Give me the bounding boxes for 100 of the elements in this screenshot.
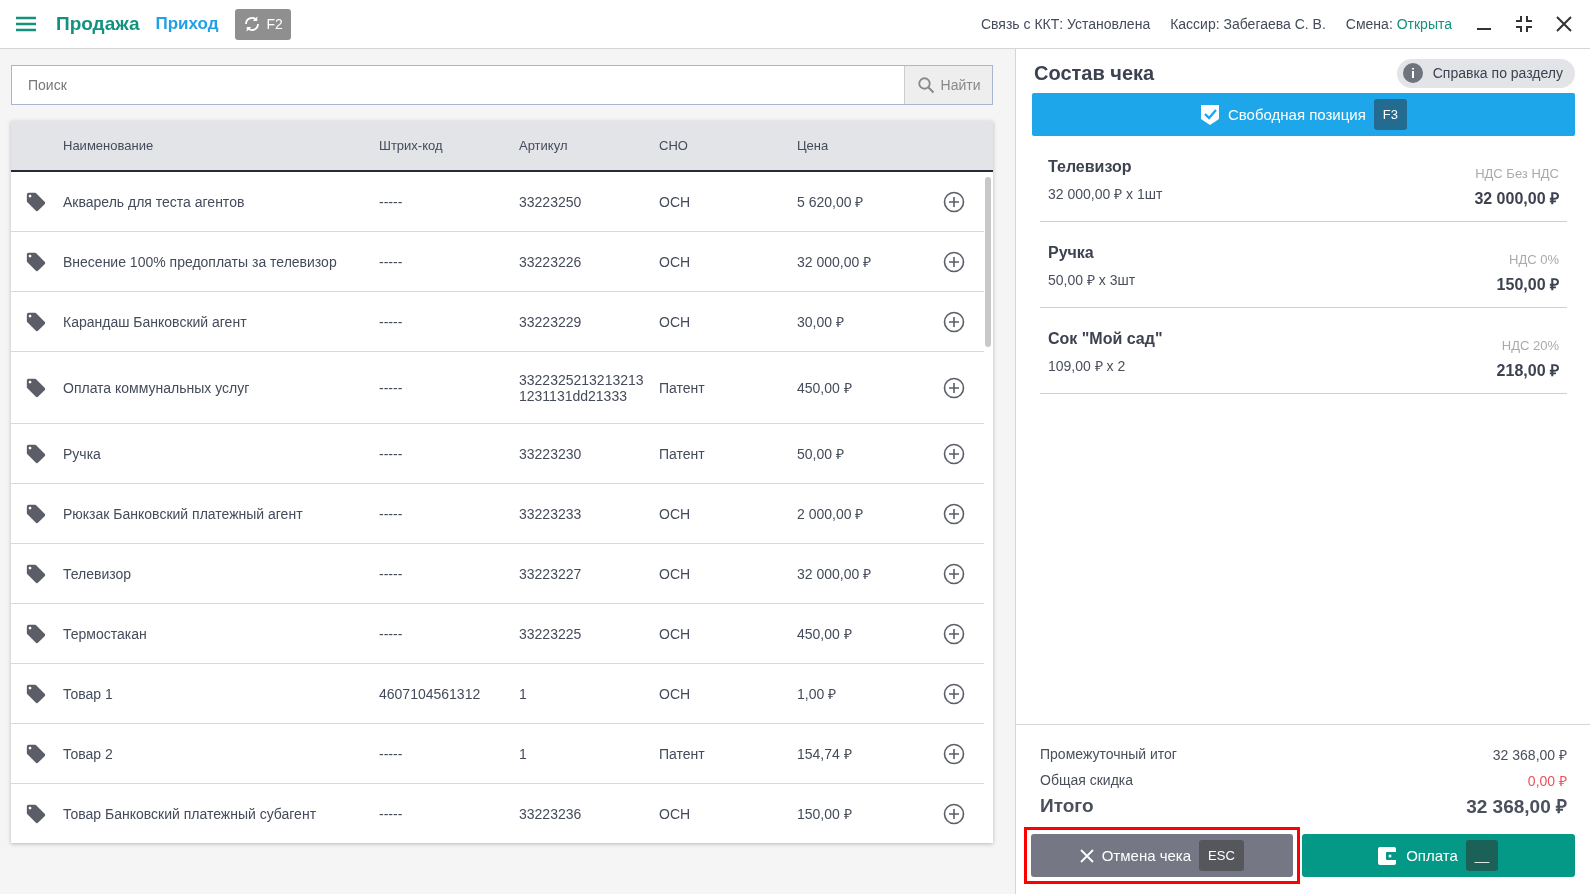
page-title: Продажа	[56, 13, 140, 35]
add-icon[interactable]	[943, 562, 965, 585]
table-cell-text: 5 620,00 ₽	[797, 193, 865, 211]
table-cell-text: 33223226	[519, 253, 583, 270]
add-icon[interactable]	[943, 376, 965, 399]
tag-icon	[25, 682, 47, 705]
table-cell-text: -----	[379, 193, 404, 210]
summary-label: Общая скидка	[1040, 772, 1134, 788]
search-field[interactable]: Поиск Найти	[11, 65, 993, 105]
table-cell-text: ОСН	[659, 505, 692, 522]
table-cell-text: 30,00 ₽	[797, 313, 845, 331]
table-cell-text: 450,00 ₽	[797, 625, 853, 643]
table-cell-text: 33223229	[519, 313, 583, 330]
table-cell-text: 33223250	[519, 193, 583, 210]
item-quantity: 32 000,00 ₽ x 1шт	[1048, 185, 1163, 203]
search-icon	[916, 76, 935, 94]
cancel-receipt-button[interactable]: Отмена чека ESC	[1031, 834, 1293, 877]
table-cell-text: 32 000,00 ₽	[797, 565, 873, 583]
table-cell-text: ОСН	[659, 685, 692, 702]
summary-label: Итого	[1040, 795, 1094, 817]
table-cell-text: 33223225	[519, 625, 583, 642]
item-total: 32 000,00 ₽	[1474, 189, 1559, 209]
scrollbar[interactable]	[985, 177, 991, 347]
sync-button[interactable]: F2	[234, 8, 291, 40]
summary-label: Промежуточный итог	[1040, 746, 1177, 762]
receipt-title: Состав чека	[1034, 61, 1155, 85]
table-cell-text: 450,00 ₽	[797, 379, 853, 397]
add-icon[interactable]	[943, 250, 965, 273]
table-cell-text: 2 000,00 ₽	[797, 505, 865, 523]
add-icon[interactable]	[943, 310, 965, 333]
table-cell-text: Товар 1	[63, 685, 114, 702]
tag-icon	[25, 802, 47, 825]
collapse-icon	[1516, 16, 1532, 32]
summary-value: 32 368,00 ₽	[1492, 745, 1567, 764]
table-cell-text: 1	[519, 745, 528, 762]
pay-button[interactable]: Оплата __	[1301, 834, 1575, 877]
column-header: Наименование	[63, 138, 155, 153]
table-cell-text: Карандаш Банковский агент	[63, 313, 248, 330]
table-cell-text: -----	[379, 253, 404, 270]
table-cell-text: 154,74 ₽	[797, 745, 853, 763]
info-icon	[1402, 63, 1423, 83]
add-icon[interactable]	[943, 190, 965, 213]
table-cell-text: Рюкзак Банковский платежный агент	[63, 505, 304, 522]
tag-icon	[25, 442, 47, 465]
tag-icon	[25, 742, 47, 765]
status-text: Кассир: Забегаева С. В.	[1170, 16, 1326, 32]
item-vat: НДС 0%	[1509, 252, 1559, 267]
table-cell-text: Телевизор	[63, 565, 133, 582]
tag-icon	[25, 310, 47, 333]
summary-value: 0,00 ₽	[1527, 771, 1567, 790]
tag-icon	[25, 376, 47, 399]
status-text: Смена: Открыта	[1345, 16, 1452, 32]
table-cell-text: -----	[379, 379, 404, 396]
table-cell-text: 32 000,00 ₽	[797, 253, 873, 271]
close-icon	[1556, 16, 1572, 32]
checkmark-shield-icon	[1199, 103, 1220, 126]
table-cell-text: -----	[379, 625, 404, 642]
table-cell-text: 4607104561312	[379, 685, 482, 702]
table-cell-text: Товар 2	[63, 745, 114, 762]
table-cell-text: 50,00 ₽	[797, 445, 845, 463]
column-header: Цена	[797, 138, 830, 153]
add-icon[interactable]	[943, 622, 965, 645]
table-cell-text: Термостакан	[63, 625, 148, 642]
status-text: Связь с ККТ: Установлена	[980, 16, 1151, 32]
item-vat: НДС Без НДС	[1475, 166, 1559, 181]
tag-icon	[25, 502, 47, 525]
tag-icon	[25, 250, 47, 273]
add-icon[interactable]	[943, 802, 965, 825]
column-header: Артикул	[519, 138, 569, 153]
table-cell-text: Оплата коммунальных услуг	[63, 379, 251, 396]
help-button[interactable]: Справка по разделу	[1396, 58, 1575, 88]
item-name: Сок "Мой сад"	[1048, 330, 1163, 348]
table-cell-text: -----	[379, 565, 404, 582]
find-button[interactable]: Найти	[904, 66, 992, 104]
add-icon[interactable]	[943, 442, 965, 465]
table-cell-text: 33223236	[519, 805, 583, 822]
table-cell-text: ОСН	[659, 625, 692, 642]
add-icon[interactable]	[943, 502, 965, 525]
table-cell-text: 1	[519, 685, 528, 702]
table-cell-text: ОСН	[659, 253, 692, 270]
sync-icon	[242, 15, 261, 33]
table-cell-text: Ручка	[63, 445, 102, 462]
free-item-button[interactable]: Свободная позиция F3	[1032, 93, 1575, 136]
item-total: 218,00 ₽	[1496, 361, 1559, 381]
table-cell-text: 33223233	[519, 505, 583, 522]
close-icon	[1079, 848, 1094, 863]
table-cell-text: ОСН	[659, 565, 692, 582]
add-icon[interactable]	[943, 682, 965, 705]
item-vat: НДС 20%	[1501, 338, 1559, 353]
table-cell-text: Внесение 100% предоплаты за телевизор	[63, 253, 338, 270]
column-header: СНО	[659, 138, 689, 153]
minimize-icon	[1476, 28, 1492, 30]
summary-value: 32 368,00 ₽	[1466, 795, 1567, 819]
table-cell-text: -----	[379, 805, 404, 822]
add-icon[interactable]	[943, 742, 965, 765]
table-cell-text: 33223230	[519, 445, 583, 462]
table-cell-text: Товар Банковский платежный субагент	[63, 805, 318, 822]
table-cell-text: 1,00 ₽	[797, 685, 838, 703]
table-cell-text: Патент	[659, 379, 706, 396]
item-name: Ручка	[1048, 244, 1094, 262]
